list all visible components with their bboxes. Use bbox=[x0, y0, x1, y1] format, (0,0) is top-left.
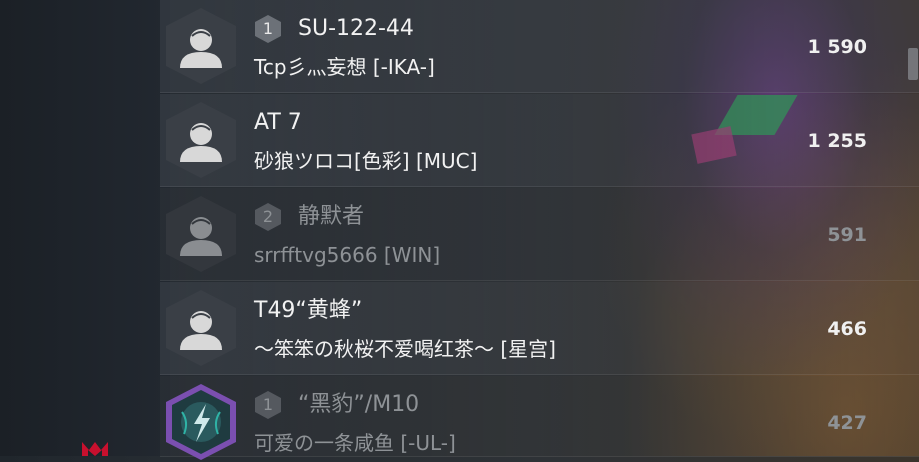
left-panel-background bbox=[0, 0, 170, 456]
tank-name: 静默者 bbox=[298, 204, 365, 229]
tank-name: “黑豹”/M10 bbox=[298, 392, 420, 417]
player-name: 砂狼ツロコ[色彩] [MUC] bbox=[254, 149, 478, 173]
lightning-emblem-icon bbox=[166, 384, 236, 460]
score-value: 1 590 bbox=[807, 36, 868, 58]
score-value: 466 bbox=[827, 318, 867, 340]
player-name: ～笨笨の秋桜不爱喝红茶～ [星宫] bbox=[254, 337, 556, 361]
leaderboard-row[interactable]: 1 SU-122-44 Tcp彡灬妄想 [-IKA-] 1 590 bbox=[160, 0, 919, 93]
player-name: srrfftvg5666 [WIN] bbox=[254, 243, 441, 267]
game-logo-icon bbox=[82, 442, 108, 456]
default-avatar-icon bbox=[166, 8, 236, 84]
leaderboard-row[interactable]: T49“黄蜂” ～笨笨の秋桜不爱喝红茶～ [星宫] 466 bbox=[160, 282, 919, 375]
rank-number: 1 bbox=[262, 395, 274, 414]
leaderboard-row[interactable]: AT 7 砂狼ツロコ[色彩] [MUC] 1 255 bbox=[160, 94, 919, 187]
rank-number: 1 bbox=[262, 19, 274, 38]
leaderboard-row[interactable]: 2 静默者 srrfftvg5666 [WIN] 591 bbox=[160, 188, 919, 281]
leaderboard-list: 1 SU-122-44 Tcp彡灬妄想 [-IKA-] 1 590 AT 7 砂… bbox=[160, 0, 919, 460]
tank-name: AT 7 bbox=[254, 110, 302, 135]
player-name: Tcp彡灬妄想 [-IKA-] bbox=[254, 55, 435, 79]
score-value: 591 bbox=[827, 224, 867, 246]
score-value: 427 bbox=[827, 412, 867, 434]
rank-number: 2 bbox=[262, 207, 274, 226]
leaderboard-row[interactable]: 1 “黑豹”/M10 可爱の一条咸鱼 [-UL-] 427 bbox=[160, 376, 919, 460]
rank-badge: 1 bbox=[254, 390, 282, 420]
score-value: 1 255 bbox=[807, 130, 868, 152]
default-avatar-icon bbox=[166, 102, 236, 178]
default-avatar-icon bbox=[166, 290, 236, 366]
rank-badge: 2 bbox=[254, 202, 282, 232]
tank-name: SU-122-44 bbox=[298, 16, 414, 41]
rank-badge: 1 bbox=[254, 14, 282, 44]
player-name: 可爱の一条咸鱼 [-UL-] bbox=[254, 431, 456, 455]
scroll-handle-icon[interactable] bbox=[905, 44, 919, 84]
default-avatar-icon bbox=[166, 196, 236, 272]
tank-name: T49“黄蜂” bbox=[254, 298, 363, 323]
